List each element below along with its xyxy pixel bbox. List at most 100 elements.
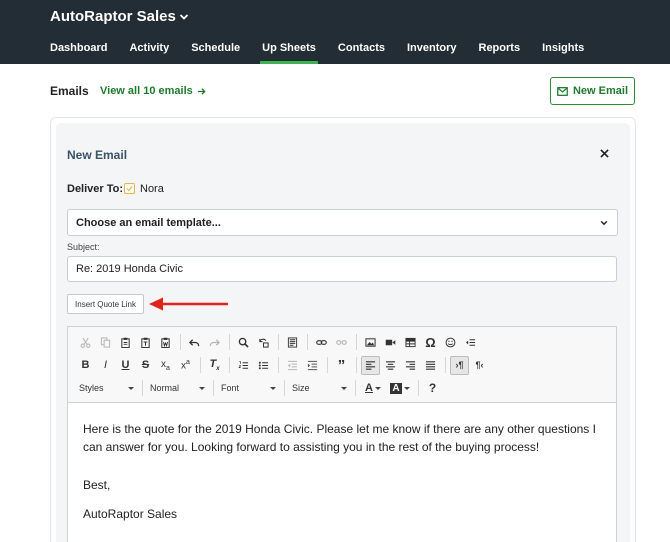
nav-schedule[interactable]: Schedule <box>191 36 240 64</box>
undo-button[interactable] <box>185 333 204 352</box>
subject-input[interactable] <box>67 256 617 282</box>
close-icon <box>599 148 609 158</box>
align-center-button[interactable] <box>381 356 400 375</box>
special-char-button[interactable]: Ω <box>421 333 440 352</box>
new-email-button-label: New Email <box>572 85 629 97</box>
toolbar-separator <box>307 334 308 350</box>
toolbar-separator <box>355 380 356 396</box>
toolbar-separator <box>278 357 279 373</box>
page-break-icon <box>465 338 476 346</box>
unlink-button[interactable] <box>332 333 351 352</box>
paste-text-button[interactable] <box>136 333 155 352</box>
background-color-button[interactable]: A <box>387 379 413 398</box>
italic-button[interactable]: I <box>96 356 115 375</box>
recipient-name: Nora <box>140 183 164 195</box>
editor-content[interactable]: Here is the quote for the 2019 Honda Civ… <box>83 420 603 541</box>
select-all-button[interactable] <box>283 333 302 352</box>
paste-button[interactable] <box>116 333 135 352</box>
new-email-button[interactable]: New Email <box>550 77 635 105</box>
template-select-value: Choose an email template... <box>76 217 221 229</box>
brand-name: AutoRaptor Sales <box>50 8 176 25</box>
bullet-list-button[interactable] <box>254 356 273 375</box>
ltr-direction-button[interactable]: ›¶ <box>450 355 469 375</box>
nav-dashboard[interactable]: Dashboard <box>50 36 107 64</box>
paste-text-icon <box>141 337 150 348</box>
copy-button[interactable] <box>96 333 115 352</box>
smiley-icon <box>445 337 456 347</box>
redo-button[interactable] <box>205 333 224 352</box>
caret-down-icon <box>403 386 410 390</box>
email-template-select[interactable]: Choose an email template... <box>67 209 618 236</box>
omega-icon: Ω <box>425 334 436 350</box>
remove-format-icon: Tx <box>209 357 220 373</box>
clipboard-icon <box>121 337 130 348</box>
rtl-direction-button[interactable]: ¶‹ <box>470 356 489 375</box>
chevron-down-icon <box>600 220 608 226</box>
nav-insights[interactable]: Insights <box>542 36 584 64</box>
video-button[interactable] <box>381 333 400 352</box>
select-all-icon <box>287 336 298 348</box>
toolbar-separator <box>180 334 181 350</box>
nav-activity[interactable]: Activity <box>129 36 169 64</box>
font-dropdown[interactable]: Font <box>218 379 280 397</box>
align-left-button[interactable] <box>361 355 380 375</box>
panel-title: New Email <box>67 148 128 162</box>
superscript-button[interactable]: xa <box>176 356 195 375</box>
toolbar-row-1: Ω <box>76 332 481 352</box>
background-color-icon: A <box>390 382 402 394</box>
align-justify-button[interactable] <box>421 356 440 375</box>
page-break-button[interactable] <box>461 333 480 352</box>
toolbar-separator <box>213 380 214 396</box>
find-button[interactable] <box>234 333 253 352</box>
toolbar-separator <box>327 357 328 373</box>
styles-dropdown[interactable]: Styles <box>76 379 138 397</box>
insert-quote-link-button[interactable]: Insert Quote Link <box>67 294 144 314</box>
nav-reports[interactable]: Reports <box>479 36 521 64</box>
unlink-icon <box>336 339 347 345</box>
red-arrow-annotation <box>149 297 228 311</box>
nav-contacts[interactable]: Contacts <box>338 36 385 64</box>
paste-word-button[interactable] <box>156 333 175 352</box>
align-center-icon <box>385 360 396 370</box>
size-dropdown[interactable]: Size <box>289 379 351 397</box>
text-color-icon: A <box>365 382 373 394</box>
help-icon: ? <box>428 381 437 395</box>
view-all-emails-link[interactable]: View all 10 emails <box>100 85 206 97</box>
link-icon <box>316 339 327 345</box>
toolbar-separator <box>200 357 201 373</box>
close-button[interactable] <box>597 146 611 160</box>
help-button[interactable]: ? <box>423 379 442 398</box>
signature: AutoRaptor Sales <box>83 507 178 521</box>
italic-icon: I <box>103 359 108 371</box>
bold-button[interactable]: B <box>76 356 95 375</box>
numbered-list-button[interactable] <box>234 356 253 375</box>
underline-button[interactable]: U <box>116 356 135 375</box>
emoji-button[interactable] <box>441 333 460 352</box>
recipient-checkbox[interactable] <box>124 183 135 194</box>
ltr-icon: ›¶ <box>455 360 464 370</box>
envelope-icon <box>557 86 568 96</box>
cut-button[interactable] <box>76 333 95 352</box>
search-icon <box>238 337 249 348</box>
scissors-icon <box>80 337 91 348</box>
remove-format-button[interactable]: Tx <box>205 356 224 375</box>
nav-inventory[interactable]: Inventory <box>407 36 457 64</box>
brand-dropdown[interactable]: AutoRaptor Sales <box>50 8 189 25</box>
blockquote-button[interactable]: ” <box>332 356 351 375</box>
align-right-button[interactable] <box>401 356 420 375</box>
strikethrough-button[interactable]: S <box>136 356 155 375</box>
increase-indent-button[interactable] <box>303 356 322 375</box>
decrease-indent-button[interactable] <box>283 356 302 375</box>
toolbar-separator <box>445 357 446 373</box>
nav-up-sheets[interactable]: Up Sheets <box>260 36 318 64</box>
format-dropdown[interactable]: Normal <box>147 379 209 397</box>
subscript-button[interactable]: xa <box>156 356 175 375</box>
rich-text-editor: Ω B I U S xa xa Tx ” ›¶ ¶‹ Styles Normal… <box>67 326 617 542</box>
table-button[interactable] <box>401 333 420 352</box>
replace-button[interactable] <box>254 333 273 352</box>
indent-icon <box>307 360 318 370</box>
rtl-icon: ¶‹ <box>475 360 484 370</box>
link-button[interactable] <box>312 333 331 352</box>
image-button[interactable] <box>361 333 380 352</box>
text-color-button[interactable]: A <box>360 379 386 398</box>
